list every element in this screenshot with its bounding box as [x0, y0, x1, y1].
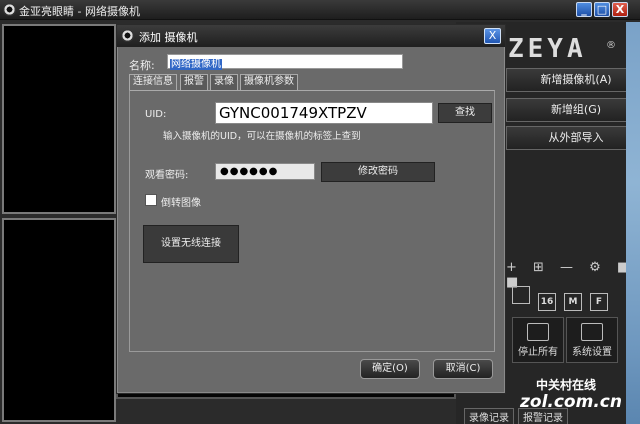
layout-m-icon[interactable]: M	[564, 293, 582, 311]
password-label: 观看密码:	[145, 170, 189, 181]
flip-image-checkbox[interactable]	[145, 194, 157, 206]
stop-all-button[interactable]: 停止所有	[512, 317, 564, 363]
ok-button[interactable]: 确定(O)	[360, 359, 420, 379]
stop-all-icon	[527, 323, 549, 341]
find-button[interactable]: 查找	[438, 103, 492, 123]
panel-toolbar[interactable]: + ⊞ — ⚙ ■ ■	[506, 260, 636, 290]
cancel-button[interactable]: 取消(C)	[433, 359, 493, 379]
watermark-en: zol.com.cn	[520, 392, 622, 412]
fullscreen-icon[interactable]: F	[590, 293, 608, 311]
name-value: 网络摄像机	[170, 59, 222, 70]
uid-label: UID:	[145, 109, 167, 120]
close-button[interactable]: X	[612, 2, 628, 17]
flip-image-label: 倒转图像	[161, 198, 201, 209]
add-camera-button[interactable]: 新增摄像机(A)	[506, 68, 640, 92]
video-pane-2[interactable]	[2, 218, 116, 422]
stop-all-label: 停止所有	[518, 347, 558, 358]
app-logo-icon	[3, 3, 16, 16]
settings-icon	[581, 323, 603, 341]
dialog-close-button[interactable]: X	[484, 28, 501, 44]
tab-connection[interactable]: 连接信息	[129, 74, 177, 91]
add-camera-dialog: 添加 摄像机 X 名称: 网络摄像机 连接信息 报警 录像 摄像机参数 UID:…	[116, 24, 506, 394]
uid-hint: 输入摄像机的UID，可以在摄像机的标签上查到	[163, 131, 361, 142]
layout-16-icon[interactable]: 16	[538, 293, 556, 311]
import-external-button[interactable]: 从外部导入	[506, 126, 640, 150]
brand-logo: ZEYA	[508, 34, 587, 64]
system-settings-button[interactable]: 系统设置	[566, 317, 618, 363]
watermark-cn: 中关村在线	[536, 378, 597, 392]
wireless-setup-button[interactable]: 设置无线连接	[143, 225, 239, 263]
name-label: 名称:	[129, 59, 155, 72]
app-titlebar: 金亚亮眼睛 - 网络摄像机 _ □ X	[0, 0, 640, 20]
layout-icons: 16 M F	[512, 286, 632, 311]
desktop-background	[626, 22, 640, 424]
dialog-logo-icon	[121, 29, 134, 42]
minimize-button[interactable]: _	[576, 2, 592, 17]
grid-layout-icon[interactable]	[512, 286, 530, 304]
system-settings-label: 系统设置	[572, 347, 612, 358]
tab-recording[interactable]: 录像	[210, 74, 238, 90]
name-input[interactable]: 网络摄像机	[167, 54, 403, 70]
dialog-titlebar: 添加 摄像机 X	[117, 25, 505, 47]
uid-input[interactable]: GYNC001749XTPZV	[215, 102, 433, 124]
tab-alarm[interactable]: 报警	[180, 74, 208, 90]
watermark: 中关村在线 zol.com.cn	[506, 372, 636, 416]
password-input[interactable]: ●●●●●●	[215, 163, 315, 180]
dialog-title: 添加 摄像机	[139, 31, 198, 44]
video-pane-1[interactable]	[2, 24, 116, 214]
tab-camera-params[interactable]: 摄像机参数	[240, 74, 298, 90]
registered-mark: ®	[606, 40, 616, 51]
add-group-button[interactable]: 新增组(G)	[506, 98, 640, 122]
app-title: 金亚亮眼睛 - 网络摄像机	[19, 5, 140, 18]
maximize-button[interactable]: □	[594, 2, 610, 17]
change-password-button[interactable]: 修改密码	[321, 162, 435, 182]
